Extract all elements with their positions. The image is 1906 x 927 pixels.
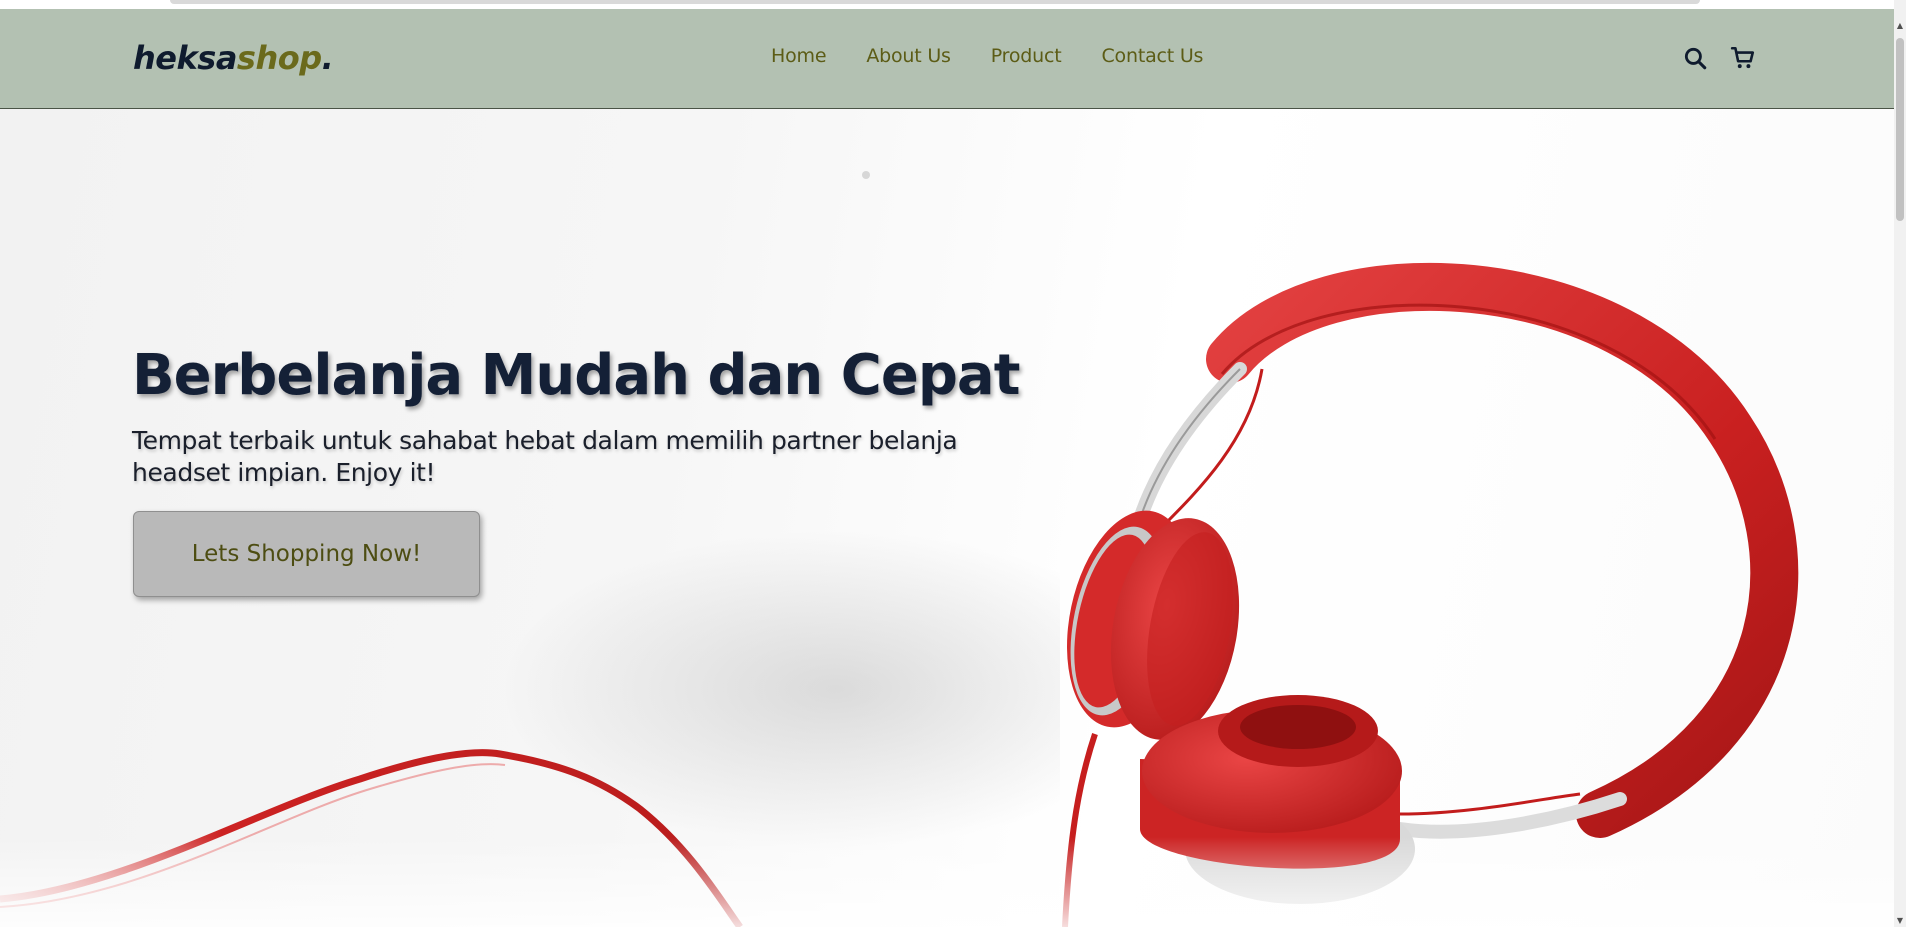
brand-logo-part1: heksa bbox=[133, 39, 237, 77]
nav-link-contact-us[interactable]: Contact Us bbox=[1101, 45, 1203, 67]
brand-logo[interactable]: heksashop. bbox=[133, 39, 334, 77]
nav-icons bbox=[1682, 45, 1756, 71]
hero-subtext: Tempat terbaik untuk sahabat hebat dalam… bbox=[132, 426, 958, 487]
search-icon[interactable] bbox=[1682, 45, 1708, 71]
page: heksashop. Home About Us Product Contact… bbox=[0, 0, 1894, 927]
brand-logo-dot: . bbox=[321, 39, 334, 77]
nav-link-home[interactable]: Home bbox=[771, 45, 827, 67]
nav-link-about-us[interactable]: About Us bbox=[866, 45, 951, 67]
hero-bottom-fade bbox=[0, 837, 1894, 927]
hero-section: Berbelanja Mudah dan Cepat Tempat terbai… bbox=[0, 109, 1894, 927]
cart-icon[interactable] bbox=[1730, 45, 1756, 71]
hero-headline: Berbelanja Mudah dan Cepat bbox=[132, 343, 1020, 408]
brand-logo-part2: shop bbox=[236, 39, 322, 77]
browser-tab-strip bbox=[170, 0, 1700, 4]
main-nav: Home About Us Product Contact Us bbox=[771, 45, 1243, 67]
nav-link-product[interactable]: Product bbox=[991, 45, 1062, 67]
browser-top-edge bbox=[0, 0, 1894, 9]
page-scrollbar[interactable]: ▲ ▼ bbox=[1894, 0, 1906, 927]
scroll-up-arrow-icon[interactable]: ▲ bbox=[1896, 22, 1904, 30]
scrollbar-thumb[interactable] bbox=[1896, 38, 1904, 221]
shop-now-button[interactable]: Lets Shopping Now! bbox=[133, 511, 480, 597]
scroll-down-arrow-icon[interactable]: ▼ bbox=[1896, 917, 1904, 925]
navbar: heksashop. Home About Us Product Contact… bbox=[0, 9, 1894, 109]
